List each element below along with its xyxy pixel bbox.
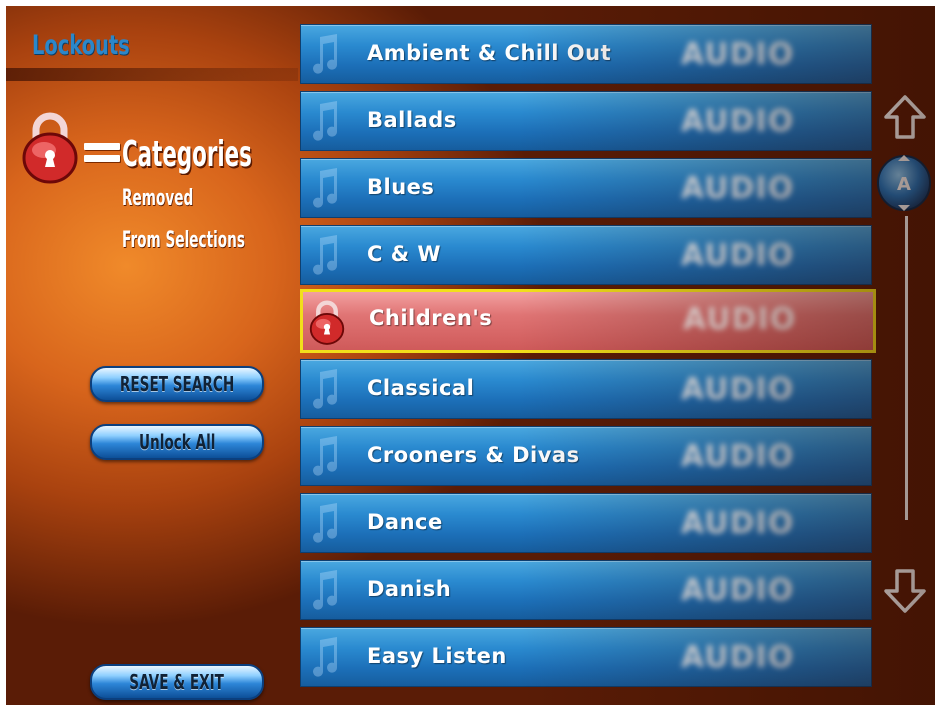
arrow-down-icon[interactable]	[882, 568, 928, 614]
arrow-up-icon[interactable]	[882, 94, 928, 140]
lock-icon	[307, 296, 347, 352]
category-row[interactable]: Easy Listen AUDIO	[300, 627, 872, 687]
category-type: AUDIO	[681, 573, 795, 608]
category-type: AUDIO	[681, 238, 795, 273]
category-row[interactable]: Ballads AUDIO	[300, 91, 872, 151]
music-note-icon	[313, 503, 338, 543]
category-type: AUDIO	[681, 104, 795, 139]
unlock-all-button[interactable]: Unlock All	[90, 424, 264, 460]
category-row[interactable]: Blues AUDIO	[300, 158, 872, 218]
music-note-icon	[313, 235, 338, 275]
category-row[interactable]: Classical AUDIO	[300, 359, 872, 419]
category-type: AUDIO	[681, 37, 795, 72]
scroll-track[interactable]	[905, 216, 908, 520]
page-title: Lockouts	[32, 30, 130, 61]
category-row[interactable]: Danish AUDIO	[300, 560, 872, 620]
category-label: Classical	[367, 376, 475, 400]
save-exit-button[interactable]: SAVE & EXIT	[90, 664, 264, 700]
category-type: AUDIO	[683, 302, 797, 337]
category-row[interactable]: C & W AUDIO	[300, 225, 872, 285]
equals-sign	[84, 137, 124, 167]
category-type: AUDIO	[681, 640, 795, 675]
legend-categories: Categories	[122, 134, 252, 175]
category-row[interactable]: Crooners & Divas AUDIO	[300, 426, 872, 486]
category-label: Danish	[367, 577, 452, 601]
category-row-locked[interactable]: Children's AUDIO	[300, 289, 876, 353]
category-type: AUDIO	[681, 372, 795, 407]
category-label: Crooners & Divas	[367, 443, 580, 467]
music-note-icon	[313, 436, 338, 476]
music-note-icon	[313, 168, 338, 208]
music-note-icon	[313, 637, 338, 677]
category-label: Dance	[367, 510, 443, 534]
category-row[interactable]: Dance AUDIO	[300, 493, 872, 553]
title-underline	[6, 68, 298, 81]
lockouts-screen: Lockouts Categories Removed From Selecti…	[6, 6, 935, 705]
legend-removed: Removed	[122, 186, 194, 211]
category-type: AUDIO	[681, 171, 795, 206]
category-type: AUDIO	[681, 439, 795, 474]
category-label: Ambient & Chill Out	[367, 41, 612, 65]
category-label: Easy Listen	[367, 644, 507, 668]
category-label: Ballads	[367, 108, 457, 132]
category-label: Blues	[367, 175, 435, 199]
category-label: Children's	[369, 306, 493, 330]
legend-from-selections: From Selections	[122, 228, 245, 253]
reset-search-label: RESET SEARCH	[119, 372, 235, 396]
category-type: AUDIO	[681, 506, 795, 541]
category-row[interactable]: Ambient & Chill Out AUDIO	[300, 24, 872, 84]
unlock-all-label: Unlock All	[138, 430, 216, 454]
scroll-thumb-letter: A	[897, 174, 911, 195]
category-label: C & W	[367, 242, 442, 266]
lock-icon	[18, 110, 82, 188]
music-note-icon	[313, 34, 338, 74]
save-exit-label: SAVE & EXIT	[129, 670, 225, 694]
music-note-icon	[313, 101, 338, 141]
music-note-icon	[313, 570, 338, 610]
reset-search-button[interactable]: RESET SEARCH	[90, 366, 264, 402]
scroll-thumb[interactable]: A	[876, 152, 932, 214]
music-note-icon	[313, 369, 338, 409]
